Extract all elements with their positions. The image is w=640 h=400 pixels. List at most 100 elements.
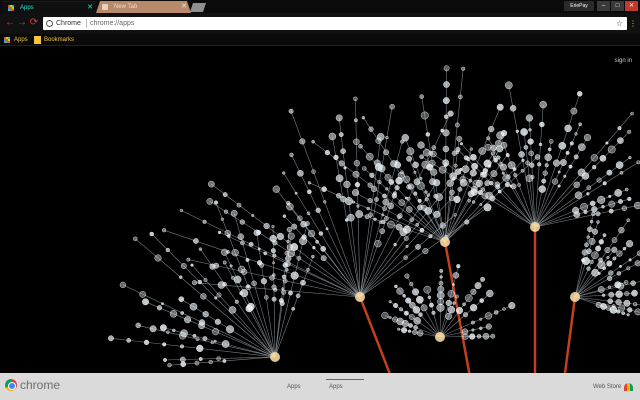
water-droplet [263,222,270,230]
water-droplet [364,214,370,220]
water-droplet [525,160,530,166]
chrome-wordmark: chrome [20,378,61,392]
water-droplet [569,141,574,146]
water-droplet [626,313,630,317]
water-droplet [530,174,535,179]
water-droplet [453,195,461,204]
water-droplet [596,177,602,183]
water-droplet [246,284,250,288]
water-droplet [401,327,408,334]
water-droplet [483,203,492,212]
bookmark-star-icon[interactable]: ☆ [616,17,623,30]
water-droplet [443,65,450,72]
water-droplet [602,233,607,237]
water-droplet [222,260,227,265]
water-droplet [412,161,419,169]
water-droplet [513,173,518,178]
tab-label: New Tab [114,4,138,10]
water-droplet [456,264,461,269]
web-store-icon[interactable] [624,383,633,391]
water-droplet [624,187,629,192]
water-droplet [409,217,415,223]
water-droplet [598,239,604,245]
water-droplet [361,116,365,120]
water-droplet [149,325,157,333]
toolbar: ← → ⟳ Chrome chrome://apps ☆ ⋮ [0,13,640,34]
close-tab-icon[interactable]: ✕ [181,1,187,13]
profile-button[interactable]: EriePay [564,1,594,11]
water-droplet [382,193,387,199]
water-droplet [403,225,412,234]
url-text[interactable]: chrome://apps [90,17,134,30]
water-droplet [263,251,268,256]
close-window-button[interactable]: ✕ [625,1,638,11]
water-droplet [362,166,367,171]
water-droplet [436,303,445,312]
water-droplet [191,280,197,286]
water-droplet [592,228,599,235]
sign-in-link[interactable]: sign in [615,58,632,64]
water-droplet [221,340,230,348]
bookmark-apps[interactable]: Apps [4,34,28,46]
water-droplet [184,316,192,324]
maximize-button[interactable]: □ [611,1,624,11]
water-droplet [482,168,488,174]
address-bar[interactable]: Chrome chrome://apps ☆ [43,17,627,30]
bookmark-folder[interactable]: Bookmarks [34,34,74,46]
water-droplet [373,217,377,221]
water-droplet [488,164,492,168]
water-droplet [291,306,296,311]
new-tab-button[interactable] [190,3,206,12]
water-droplet [628,155,632,160]
water-droplet [588,238,596,245]
water-droplet [270,248,276,254]
water-droplet [387,202,394,210]
stem [358,296,391,373]
water-droplet [246,302,255,311]
tab-new-tab[interactable]: New Tab ✕ [96,1,191,13]
water-droplet [393,303,399,309]
water-droplet [220,217,224,221]
water-droplet [213,339,217,343]
forward-button[interactable]: → [16,17,28,29]
water-droplet [597,271,601,275]
bookmark-label: Bookmarks [44,37,75,43]
water-droplet [419,154,424,159]
water-droplet [395,223,403,231]
water-droplet [595,211,601,217]
water-droplet [461,66,466,71]
seed-filament [272,226,276,358]
reload-button[interactable]: ⟳ [28,17,40,29]
water-droplet [358,144,363,149]
water-droplet [406,147,415,156]
water-droplet [228,306,237,314]
minimize-button[interactable]: – [597,1,610,11]
page-switcher-apps-1[interactable]: Apps [287,384,301,390]
water-droplet [608,200,616,208]
water-droplet [470,154,477,161]
water-droplet [289,152,294,157]
water-droplet [627,129,632,134]
water-droplet [471,328,475,332]
water-droplet [169,310,178,318]
water-droplet [260,278,268,285]
water-droplet [368,126,374,132]
water-droplet [623,299,631,307]
water-droplet [558,142,567,150]
tab-apps[interactable]: Apps ✕ [2,1,97,13]
water-droplet [200,293,207,300]
back-button[interactable]: ← [4,17,16,29]
water-droplet [544,163,549,168]
apps-page-background: sign in [0,47,640,373]
web-store-link[interactable]: Web Store [593,384,621,390]
page-switcher-apps-2[interactable]: Apps [329,384,343,390]
menu-button[interactable]: ⋮ [629,19,637,29]
site-info-icon[interactable] [46,20,53,27]
water-droplet [304,221,310,227]
water-droplet [321,186,327,192]
water-droplet [272,273,276,277]
water-droplet [346,213,355,222]
water-droplet [251,280,257,287]
water-droplet [625,240,634,248]
water-droplet [621,311,626,316]
